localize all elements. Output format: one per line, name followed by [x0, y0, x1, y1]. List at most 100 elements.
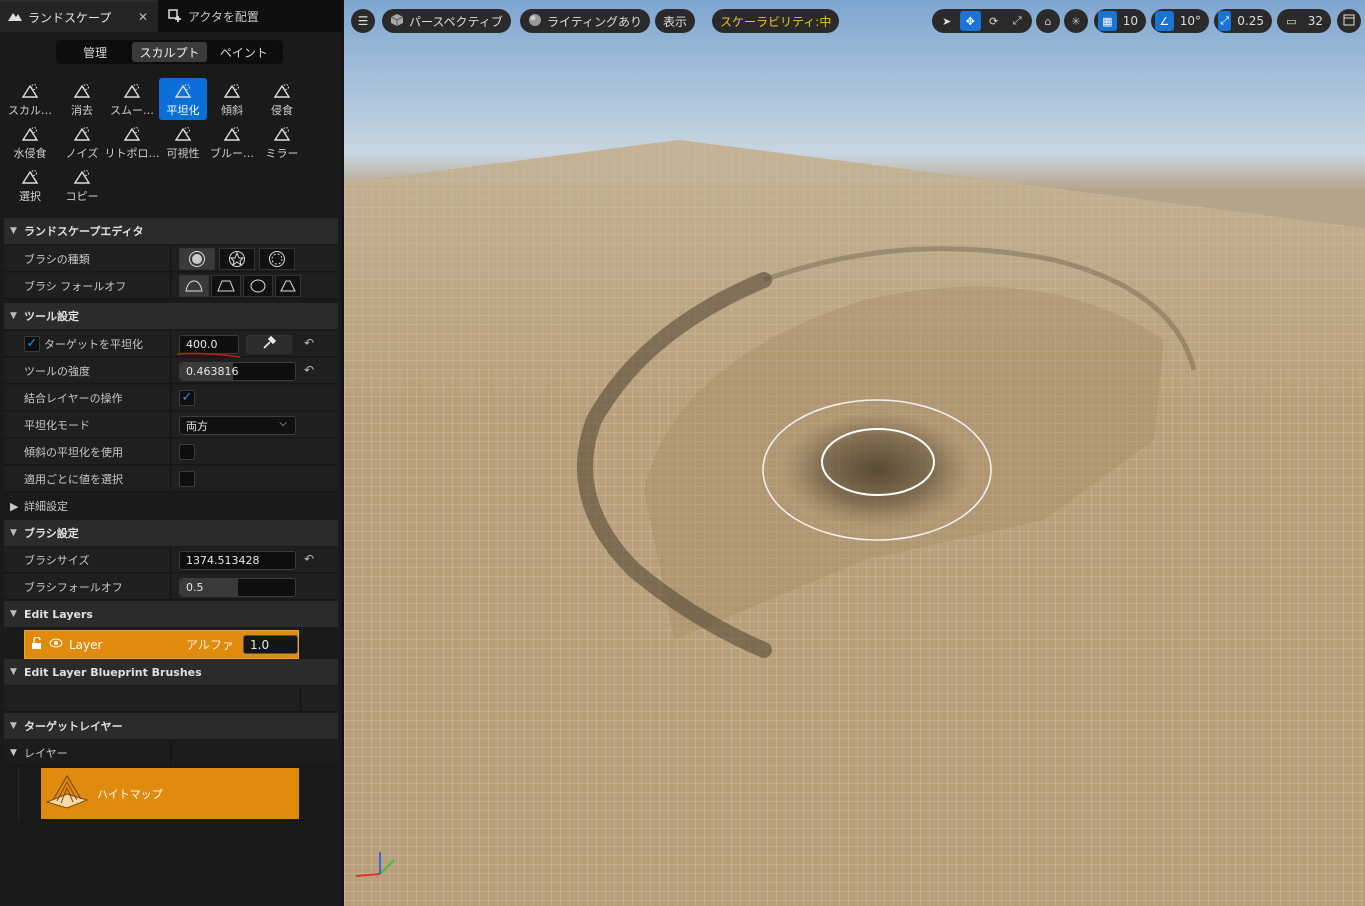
close-icon[interactable]: ✕: [138, 10, 148, 24]
smooth-icon: [122, 82, 142, 100]
falloff-spherical-button[interactable]: [243, 275, 273, 297]
tool-smooth[interactable]: スムー…: [108, 78, 156, 120]
rotation-snap-control[interactable]: ∠ 10°: [1151, 9, 1209, 33]
flatten-target-checkbox[interactable]: ✓: [24, 336, 40, 352]
maximize-viewport-button[interactable]: [1337, 9, 1361, 33]
brush-falloff-slider[interactable]: 0.5: [179, 578, 296, 597]
section-title: レイヤー: [24, 747, 68, 760]
brush-size-input[interactable]: 1374.513428: [179, 551, 296, 570]
tab-label: アクタを配置: [188, 9, 259, 24]
tool-copy[interactable]: コピー: [58, 164, 106, 206]
bp-brushes-empty-row: [4, 686, 338, 712]
rotation-snap-value[interactable]: 10°: [1176, 14, 1205, 28]
camera-speed-value[interactable]: 32: [1304, 14, 1327, 28]
level-viewport[interactable]: ☰ パースペクティブ ライティングあり 表示 スケーラビリティ:中 ➤ ✥ ⟳ …: [344, 0, 1365, 906]
reset-icon[interactable]: ↶: [304, 552, 314, 566]
tool-label: ブルー…: [210, 147, 254, 160]
section-brush-settings[interactable]: ▼ ブラシ設定: [4, 520, 338, 546]
eye-icon[interactable]: [49, 638, 63, 651]
reset-icon[interactable]: ↶: [304, 363, 314, 377]
tool-visibility[interactable]: 可視性: [159, 121, 207, 163]
tool-retopologize[interactable]: リトポロ…: [105, 121, 160, 163]
landscape-icon: [8, 10, 22, 25]
mode-manage-button[interactable]: 管理: [58, 42, 132, 62]
layers-header-row[interactable]: ▼ レイヤー: [4, 740, 338, 766]
prop-label: 傾斜の平坦化を使用: [24, 446, 123, 459]
tool-label: ミラー: [265, 147, 299, 160]
camera-speed-control[interactable]: ▭ 32: [1277, 9, 1331, 33]
scale-snap-control[interactable]: ⤢ 0.25: [1214, 9, 1272, 33]
camera-icon[interactable]: ▭: [1281, 11, 1302, 31]
falloff-tip-button[interactable]: [275, 275, 301, 297]
surface-snap-toggle[interactable]: ✳: [1064, 9, 1088, 33]
tool-erosion[interactable]: 侵食: [258, 78, 306, 120]
scalability-button[interactable]: スケーラビリティ:中: [712, 9, 840, 33]
tool-ramp[interactable]: 傾斜: [208, 78, 256, 120]
combined-layers-checkbox[interactable]: ✓: [179, 390, 195, 406]
world-local-toggle[interactable]: ⌂: [1036, 9, 1060, 33]
falloff-linear-button[interactable]: [211, 275, 241, 297]
ramp-icon: [222, 82, 242, 100]
lighting-button[interactable]: ライティングあり: [520, 9, 651, 33]
grid-snap-control[interactable]: ▦ 10: [1094, 9, 1146, 33]
prop-label: ブラシ フォールオフ: [24, 280, 127, 293]
tool-flatten[interactable]: 平坦化: [159, 78, 207, 120]
section-tool-settings[interactable]: ▼ ツール設定: [4, 303, 338, 329]
slider-value: 0.463816: [186, 365, 239, 378]
section-target-layers[interactable]: ▼ ターゲットレイヤー: [4, 713, 338, 739]
alpha-input[interactable]: 1.0: [243, 635, 298, 654]
collapse-arrow-icon: ▼: [10, 311, 17, 321]
tab-landscape[interactable]: ランドスケープ ✕: [0, 0, 158, 32]
tool-strength-slider[interactable]: 0.463816: [179, 362, 296, 381]
brush-alpha-button[interactable]: [219, 248, 255, 270]
section-edit-layers[interactable]: ▼ Edit Layers: [4, 601, 338, 627]
edit-layer-list: Layer アルファ 1.0: [4, 628, 338, 660]
section-title: ブラシ設定: [24, 527, 79, 540]
tool-label: スムー…: [110, 104, 154, 117]
mode-paint-button[interactable]: ペイント: [207, 42, 281, 62]
brush-circle-button[interactable]: [179, 248, 215, 270]
select-cursor-icon[interactable]: ➤: [936, 11, 958, 31]
sphere-icon: [528, 13, 542, 30]
eyedropper-button[interactable]: [246, 335, 292, 354]
angle-snap-icon[interactable]: ∠: [1155, 11, 1174, 31]
scale-snap-value[interactable]: 0.25: [1233, 14, 1268, 28]
unlock-icon[interactable]: [31, 636, 43, 652]
show-button[interactable]: 表示: [655, 9, 696, 33]
tool-erase[interactable]: 消去: [58, 78, 106, 120]
heightmap-layer-row[interactable]: ハイトマップ: [41, 768, 299, 819]
section-landscape-editor[interactable]: ▼ ランドスケープエディタ: [4, 218, 338, 244]
grid-snap-value[interactable]: 10: [1119, 14, 1142, 28]
tool-blueprint[interactable]: ブルー…: [208, 121, 256, 163]
tool-noise[interactable]: ノイズ: [58, 121, 106, 163]
tool-label: 傾斜: [221, 104, 243, 117]
viewport-menu-button[interactable]: ☰: [351, 9, 375, 33]
reset-icon[interactable]: ↶: [304, 336, 314, 350]
grid-snap-icon[interactable]: ▦: [1098, 11, 1117, 31]
mode-sculpt-button[interactable]: スカルプト: [132, 42, 207, 62]
scale-snap-icon[interactable]: ⤢: [1218, 11, 1232, 31]
prop-label: 適用ごとに値を選択: [24, 473, 123, 486]
prop-label: ターゲットを平坦化: [44, 338, 143, 351]
use-slope-checkbox[interactable]: [179, 444, 195, 460]
tool-select[interactable]: 選択: [6, 164, 54, 206]
flatten-mode-dropdown[interactable]: 両方 ⌵: [179, 416, 296, 435]
prop-row-brush-falloff-type: ブラシ フォールオフ: [4, 273, 338, 299]
landscape-terrain[interactable]: [344, 0, 1365, 906]
tool-mirror[interactable]: ミラー: [258, 121, 306, 163]
brush-pattern-button[interactable]: [259, 248, 295, 270]
edit-layer-row[interactable]: Layer アルファ 1.0: [24, 630, 299, 659]
place-actor-icon: [168, 8, 182, 25]
section-advanced[interactable]: ▶ 詳細設定: [4, 493, 338, 519]
scale-icon[interactable]: ⤢: [1007, 11, 1029, 31]
pick-per-apply-checkbox[interactable]: [179, 471, 195, 487]
section-edit-layer-bp-brushes[interactable]: ▼ Edit Layer Blueprint Brushes: [4, 659, 338, 685]
rotate-icon[interactable]: ⟳: [983, 11, 1005, 31]
move-icon[interactable]: ✥: [959, 11, 981, 31]
tool-sculpt[interactable]: スカル…: [6, 78, 54, 120]
tab-place-actors[interactable]: アクタを配置: [160, 0, 330, 32]
perspective-button[interactable]: パースペクティブ: [382, 9, 511, 33]
prop-row-flatten-target: ✓ ターゲットを平坦化 400.0 ↶: [4, 331, 338, 358]
falloff-smooth-button[interactable]: [179, 275, 209, 297]
tool-hydro-erosion[interactable]: 水侵食: [6, 121, 54, 163]
